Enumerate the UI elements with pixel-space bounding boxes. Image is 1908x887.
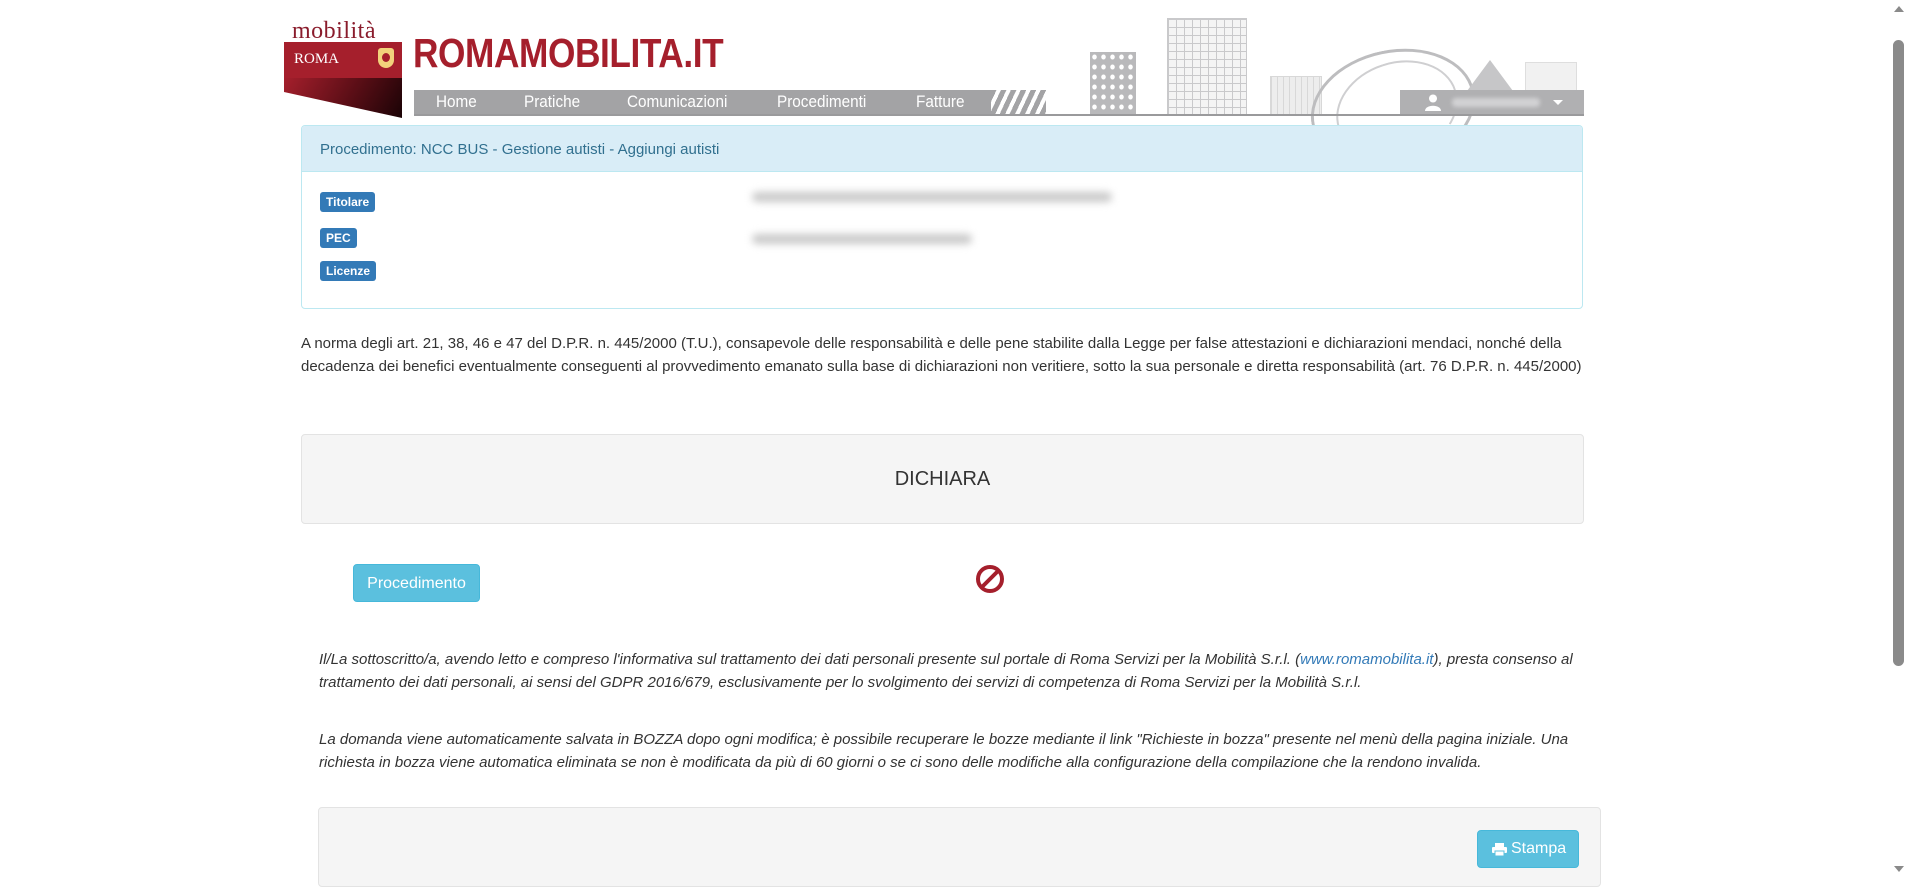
scroll-up-arrow-icon[interactable] — [1894, 6, 1904, 12]
privacy-consent-text: Il/La sottoscritto/a, avendo letto e com… — [319, 648, 1609, 694]
nav-pratiche[interactable]: Pratiche — [524, 92, 580, 112]
logo-ribbon-text: ROMA — [294, 51, 340, 67]
stampa-button[interactable]: Stampa — [1477, 830, 1579, 868]
procedure-panel: Procedimento: NCC BUS - Gestione autisti… — [301, 125, 1583, 309]
user-menu-dropdown[interactable] — [1400, 90, 1584, 114]
user-icon — [1425, 94, 1441, 111]
caret-down-icon — [1553, 100, 1563, 105]
logo-wedge — [284, 78, 402, 118]
redacted-value — [752, 234, 972, 244]
scrollbar-thumb[interactable] — [1893, 40, 1904, 666]
actions-footer: Stampa — [318, 807, 1601, 887]
draft-notice-text: La domanda viene automaticamente salvata… — [319, 731, 1569, 771]
nav-stripes-decoration — [991, 90, 1046, 114]
brand-title[interactable]: ROMAMOBILITA.IT — [413, 30, 724, 77]
redacted-value — [752, 192, 1112, 202]
nav-fatture[interactable]: Fatture — [916, 92, 964, 112]
page: mobilità ROMA ROMAMOBILITA.IT Home Prati… — [0, 0, 1890, 887]
consent-text-part1: Il/La sottoscritto/a, avendo letto e com… — [319, 651, 1301, 668]
print-icon — [1492, 843, 1507, 856]
romamobilita-link[interactable]: www.romamobilita.it — [1300, 651, 1433, 668]
scroll-down-arrow-icon[interactable] — [1894, 866, 1904, 872]
no-entry-icon — [976, 565, 1004, 593]
skyline-building — [1090, 52, 1136, 114]
nav-home[interactable]: Home — [436, 92, 477, 112]
main-nav: Home Pratiche Comunicazioni Procedimenti… — [414, 90, 991, 114]
badge-licenze: Licenze — [320, 261, 377, 281]
procedure-heading: Procedimento: NCC BUS - Gestione autisti… — [302, 126, 1582, 172]
logo-top-text: mobilità — [292, 18, 376, 44]
declaration-text: A norma degli art. 21, 38, 46 e 47 del D… — [301, 335, 1582, 375]
user-name-redacted — [1452, 98, 1540, 107]
skyline-building — [1167, 18, 1247, 116]
page-scrollbar[interactable] — [1890, 0, 1908, 882]
dichiara-title: DICHIARA — [894, 468, 991, 490]
nav-comunicazioni[interactable]: Comunicazioni — [627, 92, 727, 112]
dichiara-section: DICHIARA — [301, 434, 1584, 524]
procedimento-button[interactable]: Procedimento — [353, 564, 480, 602]
badge-titolare: Titolare — [320, 192, 376, 212]
nav-underline — [414, 114, 1584, 116]
stampa-label: Stampa — [1511, 840, 1567, 857]
badge-pec: PEC — [320, 228, 357, 248]
roma-crest-icon — [378, 48, 394, 68]
nav-procedimenti[interactable]: Procedimenti — [777, 92, 866, 112]
logo-ribbon: ROMA — [284, 42, 402, 78]
roma-mobilita-logo[interactable]: mobilità ROMA — [284, 18, 404, 118]
